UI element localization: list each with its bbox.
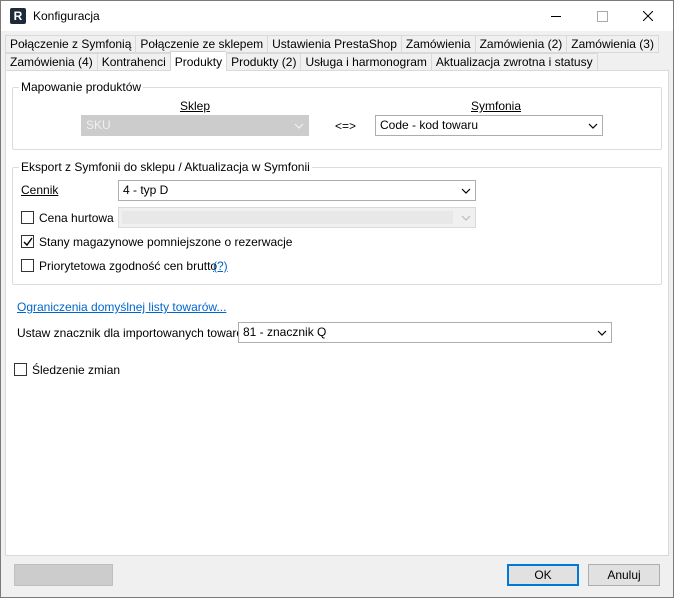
config-window: R Konfiguracja Połączenie z Symfonią Poł… bbox=[0, 0, 674, 598]
title-bar[interactable]: R Konfiguracja bbox=[1, 1, 673, 31]
tab-orders-2[interactable]: Zamówienia (2) bbox=[474, 35, 567, 53]
chevron-down-icon bbox=[597, 330, 607, 336]
shop-column-header: Sklep bbox=[180, 99, 211, 113]
stock-reservation-checkbox[interactable] bbox=[21, 235, 34, 248]
tab-feedback-update[interactable]: Aktualizacja zwrotna i statusy bbox=[430, 53, 598, 71]
close-button[interactable] bbox=[625, 1, 671, 31]
shop-field-combo: SKU bbox=[81, 115, 309, 136]
tab-products-2[interactable]: Produkty (2) bbox=[226, 53, 301, 71]
symfonia-column-header: Symfonia bbox=[471, 99, 522, 113]
tab-products[interactable]: Produkty bbox=[169, 51, 227, 71]
product-mapping-legend: Mapowanie produktów bbox=[19, 80, 144, 94]
price-list-label: Cennik bbox=[21, 183, 59, 197]
price-list-combo[interactable]: 4 - typ D bbox=[118, 180, 476, 201]
tab-contractors[interactable]: Kontrahenci bbox=[96, 53, 170, 71]
change-tracking-label: Śledzenie zmian bbox=[32, 363, 121, 377]
tab-service-schedule[interactable]: Usługa i harmonogram bbox=[300, 53, 431, 71]
chevron-down-icon bbox=[461, 188, 471, 194]
chevron-down-icon bbox=[588, 123, 598, 129]
symfonia-field-value: Code - kod towaru bbox=[380, 118, 479, 132]
tab-symfonia-connection[interactable]: Połączenie z Symfonią bbox=[5, 35, 136, 53]
tab-prestashop-settings[interactable]: Ustawienia PrestaShop bbox=[267, 35, 401, 53]
tab-row-2: Zamówienia (4) Kontrahenci Produkty Prod… bbox=[5, 51, 598, 71]
chevron-down-icon bbox=[294, 123, 304, 129]
minimize-button[interactable] bbox=[533, 1, 579, 31]
import-marker-value: 81 - znacznik Q bbox=[243, 325, 327, 339]
ok-button[interactable]: OK bbox=[507, 564, 579, 586]
wholesale-price-label: Cena hurtowa bbox=[39, 211, 114, 225]
app-logo-icon: R bbox=[10, 8, 26, 24]
mapping-arrow: <=> bbox=[335, 119, 357, 133]
checkmark-icon bbox=[23, 237, 33, 247]
close-icon bbox=[643, 11, 653, 21]
price-list-value: 4 - typ D bbox=[123, 183, 169, 197]
wholesale-price-checkbox[interactable] bbox=[21, 211, 34, 224]
shop-field-value: SKU bbox=[86, 118, 111, 132]
tab-panel-products: Mapowanie produktów Sklep Symfonia SKU <… bbox=[5, 70, 669, 556]
gross-price-checkbox[interactable] bbox=[21, 259, 34, 272]
gross-price-help-link[interactable]: (?) bbox=[213, 259, 228, 273]
export-legend: Eksport z Symfonii do sklepu / Aktualiza… bbox=[19, 160, 312, 174]
change-tracking-checkbox[interactable] bbox=[14, 363, 27, 376]
disabled-extra-button bbox=[14, 564, 113, 586]
product-list-limits-link[interactable]: Ograniczenia domyślnej listy towarów... bbox=[17, 300, 226, 314]
wholesale-price-combo bbox=[118, 207, 476, 228]
chevron-down-icon bbox=[461, 215, 471, 221]
tab-orders-4[interactable]: Zamówienia (4) bbox=[5, 53, 97, 71]
cancel-button[interactable]: Anuluj bbox=[588, 564, 660, 586]
wholesale-price-combo-field bbox=[122, 211, 453, 224]
window-title: Konfiguracja bbox=[33, 9, 100, 23]
import-marker-combo[interactable]: 81 - znacznik Q bbox=[238, 322, 612, 343]
stock-reservation-label: Stany magazynowe pomniejszone o rezerwac… bbox=[39, 235, 293, 249]
tab-row-1: Połączenie z Symfonią Połączenie ze skle… bbox=[5, 35, 659, 53]
tab-orders-3[interactable]: Zamówienia (3) bbox=[566, 35, 659, 53]
maximize-button[interactable] bbox=[579, 1, 625, 31]
symfonia-field-combo[interactable]: Code - kod towaru bbox=[375, 115, 603, 136]
import-marker-label: Ustaw znacznik dla importowanych towarów… bbox=[17, 326, 256, 340]
gross-price-label: Priorytetowa zgodność cen brutto bbox=[39, 259, 218, 273]
tab-orders[interactable]: Zamówienia bbox=[400, 35, 475, 53]
